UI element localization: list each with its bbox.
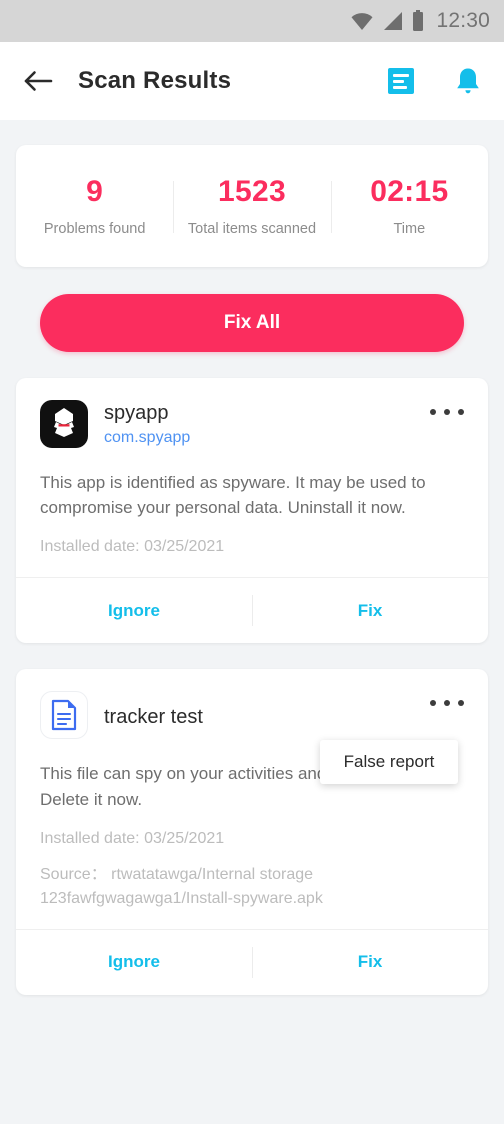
status-bar: 12:30 — [0, 0, 504, 42]
threat-source-path: Source： rtwatatawga/Internal storage 123… — [40, 865, 323, 907]
stat-total-items-scanned: 1523 Total items scanned — [173, 175, 330, 237]
ignore-button[interactable]: Ignore — [16, 578, 252, 643]
threat-header: spyapp com.spyapp — [40, 399, 464, 452]
threat-title: spyapp — [104, 401, 169, 424]
threat-actions: Ignore Fix — [16, 928, 488, 995]
fix-all-button[interactable]: Fix All — [40, 293, 464, 352]
threat-header: tracker test — [40, 691, 464, 743]
stat-time: 02:15 Time — [330, 175, 488, 237]
threat-card-tracker-test: tracker test This file can spy on your a… — [16, 669, 488, 995]
app-bar-actions — [388, 66, 482, 96]
threat-title-block: spyapp com.spyapp — [104, 400, 190, 447]
overflow-menu-icon[interactable] — [430, 404, 464, 420]
stat-value: 9 — [86, 175, 104, 208]
threat-card-spyapp: spyapp com.spyapp This app is identified… — [16, 377, 488, 644]
threat-body: tracker test This file can spy on your a… — [16, 669, 488, 929]
stat-label: Time — [393, 220, 426, 237]
threat-title: tracker test — [104, 706, 203, 729]
battery-icon — [412, 10, 424, 32]
threat-title-block: tracker test — [104, 704, 203, 730]
stat-label: Total items scanned — [187, 220, 317, 237]
app-bar: Scan Results — [0, 42, 504, 120]
threat-installed-date: Installed date: 03/25/2021 — [40, 829, 225, 847]
status-bar-clock: 12:30 — [436, 9, 490, 32]
back-arrow-icon[interactable] — [22, 64, 56, 98]
spyware-app-icon — [40, 399, 88, 448]
fix-all-container: Fix All — [0, 293, 504, 352]
fix-button[interactable]: Fix — [252, 930, 488, 995]
report-icon[interactable] — [388, 68, 414, 94]
threat-body: spyapp com.spyapp This app is identified… — [16, 378, 488, 578]
threat-actions: Ignore Fix — [16, 577, 488, 643]
stat-value: 02:15 — [370, 175, 449, 208]
threat-installed-date: Installed date: 03/25/2021 — [40, 538, 225, 556]
ignore-button[interactable]: Ignore — [16, 930, 252, 995]
wifi-icon — [350, 11, 374, 31]
notification-bell-icon[interactable] — [454, 66, 482, 96]
overflow-menu-icon[interactable] — [430, 695, 464, 711]
scan-results-screen: 12:30 Scan Results 9 Problems found 1523… — [0, 0, 504, 1124]
fix-button[interactable]: Fix — [252, 578, 488, 643]
stat-value: 1523 — [218, 175, 286, 208]
stat-label: Problems found — [43, 220, 146, 237]
scan-summary-card: 9 Problems found 1523 Total items scanne… — [16, 145, 488, 267]
document-file-icon — [40, 691, 88, 740]
threat-description: This app is identified as spyware. It ma… — [40, 472, 426, 518]
cellular-signal-icon — [383, 11, 403, 31]
false-report-menu-item[interactable]: False report — [320, 740, 458, 784]
page-title: Scan Results — [78, 67, 232, 94]
stat-problems-found: 9 Problems found — [16, 175, 173, 237]
threat-package-name: com.spyapp — [104, 428, 191, 446]
